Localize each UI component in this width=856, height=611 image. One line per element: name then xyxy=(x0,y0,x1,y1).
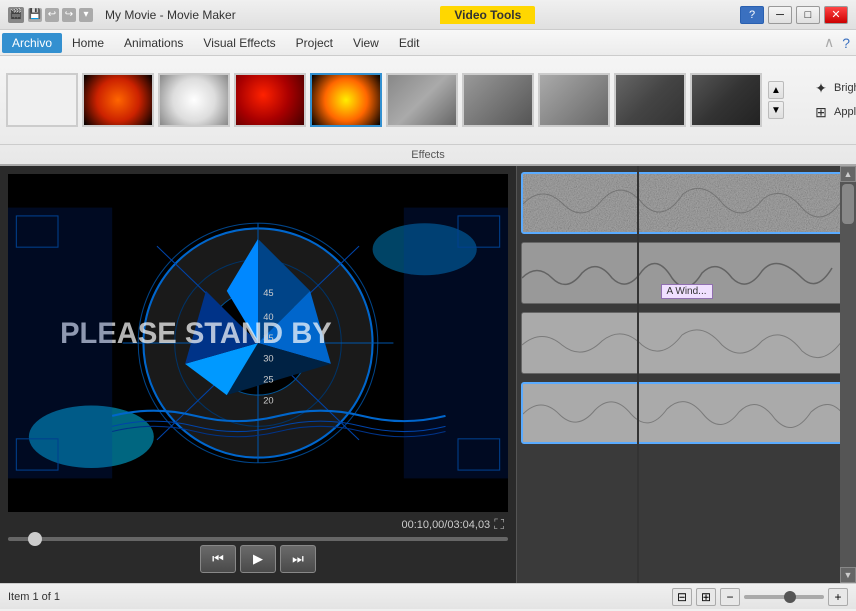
play-button[interactable]: ▶ xyxy=(240,545,276,573)
timeline-panel: A Wind... ▲ ▼ xyxy=(516,166,856,583)
effect-thumb-orange[interactable] xyxy=(82,73,154,127)
time-text: 00:10,00/03:04,03 xyxy=(401,519,490,531)
track-3-waveform xyxy=(522,313,851,373)
save-icon[interactable]: 💾 xyxy=(28,8,42,22)
fit-button[interactable]: ⊞ xyxy=(696,588,716,606)
scroll-v-up[interactable]: ▲ xyxy=(840,166,856,182)
status-text: Item 1 of 1 xyxy=(8,591,60,603)
track-2-label[interactable]: A Wind... xyxy=(660,284,712,299)
svg-text:45: 45 xyxy=(263,288,273,298)
screenshot-button[interactable]: ⊟ xyxy=(672,588,692,606)
effect-thumb-gray2[interactable] xyxy=(462,73,534,127)
brightness-button[interactable]: ✦ Brightness xyxy=(806,77,856,99)
scroll-up-button[interactable]: ▲ xyxy=(768,81,784,99)
menu-home[interactable]: Home xyxy=(62,33,114,53)
scroll-down-button[interactable]: ▼ xyxy=(768,101,784,119)
timeline-scrollbar[interactable]: ▲ ▼ xyxy=(840,166,856,583)
track-3[interactable] xyxy=(521,312,852,374)
status-bar: Item 1 of 1 ⊟ ⊞ − + xyxy=(0,583,856,609)
menu-archivo[interactable]: Archivo xyxy=(2,33,62,53)
playback-bar: 00:10,00/03:04,03 ⛶ ⏮ ▶ ⏭ xyxy=(8,512,508,575)
ribbon: ▲ ▼ ✦ Brightness ⊞ Apply to all Effects xyxy=(0,56,856,166)
undo-icon[interactable]: ↩ xyxy=(45,8,59,22)
svg-text:30: 30 xyxy=(263,354,273,364)
effect-thumb-gray3[interactable] xyxy=(538,73,610,127)
brightness-icon: ✦ xyxy=(812,79,830,97)
redo-icon[interactable]: ↪ xyxy=(62,8,76,22)
status-right: ⊟ ⊞ − + xyxy=(672,588,848,606)
main-area: PLEASE STAND BY 45 40 35 30 25 20 00:10,… xyxy=(0,166,856,583)
prev-frame-button[interactable]: ⏮ xyxy=(200,545,236,573)
expand-icon[interactable]: ⛶ xyxy=(494,516,504,533)
track-label-text: A Wind... xyxy=(666,286,706,297)
effect-thumb-blank[interactable] xyxy=(6,73,78,127)
zoom-out-button[interactable]: − xyxy=(720,588,740,606)
close-button[interactable]: ✕ xyxy=(824,6,848,24)
preview-panel: PLEASE STAND BY 45 40 35 30 25 20 00:10,… xyxy=(0,166,516,583)
quick-access-toolbar: 💾 ↩ ↪ ▾ xyxy=(28,8,93,22)
zoom-thumb[interactable] xyxy=(784,591,796,603)
scroll-v-thumb[interactable] xyxy=(842,184,854,224)
track-1[interactable] xyxy=(521,172,852,234)
track-4[interactable] xyxy=(521,382,852,444)
title-bar: 🎬 💾 ↩ ↪ ▾ My Movie - Movie Maker Video T… xyxy=(0,0,856,30)
help-icon[interactable]: ? xyxy=(838,35,854,51)
svg-text:40: 40 xyxy=(263,312,273,322)
ribbon-expand-icon[interactable]: ∧ xyxy=(820,34,838,51)
window-controls: ? ─ □ ✕ xyxy=(740,6,848,24)
effect-thumb-red-flower[interactable] xyxy=(234,73,306,127)
svg-text:35: 35 xyxy=(263,333,273,343)
track-4-waveform xyxy=(523,384,850,442)
preview-canvas: PLEASE STAND BY 45 40 35 30 25 20 xyxy=(8,174,508,512)
apply-to-label: Apply to all xyxy=(834,106,856,118)
effect-thumb-dark[interactable] xyxy=(614,73,686,127)
playhead xyxy=(637,166,639,583)
help-button[interactable]: ? xyxy=(740,6,764,24)
menu-bar: Archivo Home Animations Visual Effects P… xyxy=(0,30,856,56)
menu-animations[interactable]: Animations xyxy=(114,33,193,53)
effects-label-text: Effects xyxy=(411,149,444,161)
next-frame-button[interactable]: ⏭ xyxy=(280,545,316,573)
seek-bar[interactable] xyxy=(8,537,508,541)
apply-to-all-button[interactable]: ⊞ Apply to all xyxy=(806,101,856,123)
apply-icon: ⊞ xyxy=(812,103,830,121)
track-1-waveform xyxy=(523,174,850,232)
brightness-label: Brightness xyxy=(834,82,856,94)
video-preview[interactable]: PLEASE STAND BY 45 40 35 30 25 20 xyxy=(8,174,508,512)
menu-visual-effects[interactable]: Visual Effects xyxy=(193,33,285,53)
window-title: My Movie - Movie Maker xyxy=(105,8,236,22)
zoom-in-button[interactable]: + xyxy=(828,588,848,606)
time-display: 00:10,00/03:04,03 ⛶ xyxy=(8,516,508,533)
menu-edit[interactable]: Edit xyxy=(389,33,430,53)
ribbon-actions: ✦ Brightness ⊞ Apply to all xyxy=(802,73,856,127)
playback-controls: ⏮ ▶ ⏭ xyxy=(8,545,508,573)
ribbon-scroll: ▲ ▼ xyxy=(766,81,786,119)
app-icon: 🎬 xyxy=(8,7,24,23)
effects-label: Effects xyxy=(0,144,856,164)
track-2[interactable]: A Wind... xyxy=(521,242,852,304)
video-tools-tab: Video Tools xyxy=(440,6,535,24)
menu-view[interactable]: View xyxy=(343,33,389,53)
ribbon-content: ▲ ▼ ✦ Brightness ⊞ Apply to all xyxy=(0,56,856,144)
menu-project[interactable]: Project xyxy=(286,33,343,53)
svg-text:20: 20 xyxy=(263,395,273,405)
dropdown-icon[interactable]: ▾ xyxy=(79,8,93,22)
effect-thumb-gray1[interactable] xyxy=(386,73,458,127)
timeline-scroll[interactable]: A Wind... xyxy=(517,166,856,583)
minimize-button[interactable]: ─ xyxy=(768,6,792,24)
effect-thumb-yellow-flower[interactable] xyxy=(310,73,382,127)
effect-thumb-darker[interactable] xyxy=(690,73,762,127)
zoom-slider[interactable] xyxy=(744,595,824,599)
scroll-v-down[interactable]: ▼ xyxy=(840,567,856,583)
effect-thumb-white[interactable] xyxy=(158,73,230,127)
seek-thumb[interactable] xyxy=(28,532,42,546)
title-left: 🎬 💾 ↩ ↪ ▾ My Movie - Movie Maker xyxy=(8,7,236,23)
maximize-button[interactable]: □ xyxy=(796,6,820,24)
svg-text:25: 25 xyxy=(263,375,273,385)
